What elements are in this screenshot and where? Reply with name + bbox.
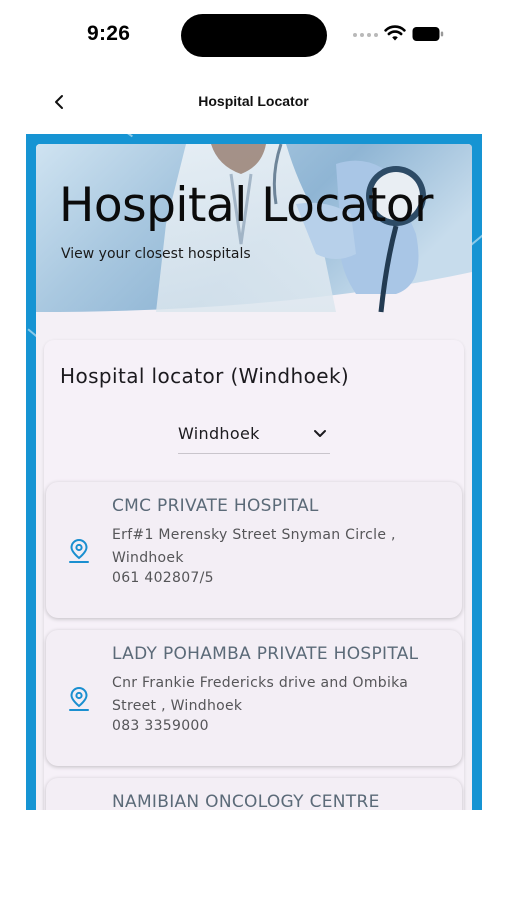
hospital-address: Cnr Frankie Fredericks drive and Ombika … [112, 675, 409, 714]
navigation-bar: Hospital Locator [0, 82, 507, 122]
city-dropdown[interactable]: Windhoek [178, 418, 330, 454]
wifi-icon [384, 25, 406, 41]
section-title: Hospital locator (Windhoek) [60, 364, 350, 388]
hero-banner: Hospital Locator View your closest hospi… [36, 144, 472, 320]
hospital-name: NAMIBIAN ONCOLOGY CENTRE [112, 792, 380, 810]
dynamic-island [181, 14, 327, 57]
app-frame: Hospital Locator View your closest hospi… [26, 134, 482, 810]
frame-decoration [99, 134, 133, 138]
hospital-phone: 061 402807/5 [112, 570, 214, 586]
hospital-name: CMC PRIVATE HOSPITAL [112, 496, 319, 516]
content-panel: Hospital Locator View your closest hospi… [36, 144, 472, 810]
cellular-signal-icon [353, 33, 378, 37]
location-pin-icon [69, 538, 89, 563]
hospital-card[interactable]: NAMIBIAN ONCOLOGY CENTRE [46, 778, 462, 810]
hero-subtitle: View your closest hospitals [61, 246, 251, 262]
location-pin-icon [69, 686, 89, 711]
city-dropdown-value: Windhoek [178, 424, 260, 443]
locator-section: Hospital locator (Windhoek) Windhoek CMC… [44, 340, 464, 810]
nav-title: Hospital Locator [198, 93, 309, 109]
battery-icon [412, 27, 444, 41]
status-bar: 9:26 [0, 0, 507, 70]
hospital-card[interactable]: CMC PRIVATE HOSPITAL Erf#1 Merensky Stre… [46, 482, 462, 618]
hospital-name: LADY POHAMBA PRIVATE HOSPITAL [112, 644, 419, 664]
status-time: 9:26 [87, 22, 131, 45]
hospital-card[interactable]: LADY POHAMBA PRIVATE HOSPITAL Cnr Franki… [46, 630, 462, 766]
hospital-phone: 083 3359000 [112, 718, 209, 734]
hero-title: Hospital Locator [59, 178, 433, 233]
hospital-address: Erf#1 Merensky Street Snyman Circle , Wi… [112, 527, 396, 566]
chevron-down-icon [314, 430, 326, 437]
